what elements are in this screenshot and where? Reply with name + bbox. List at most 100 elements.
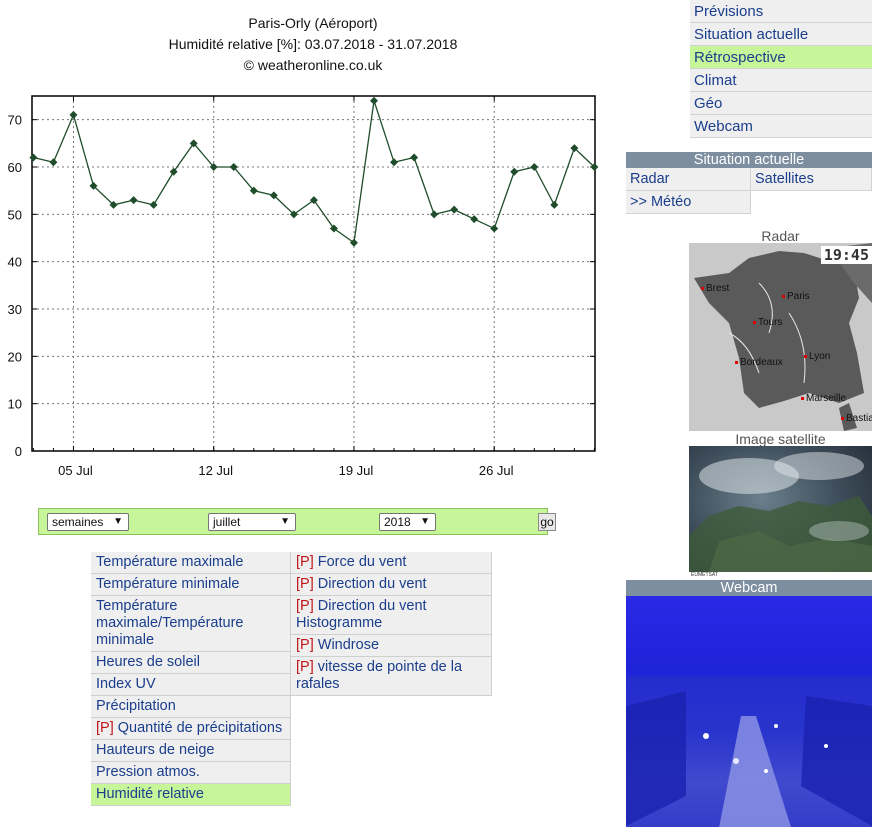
period-selector-bar: semaines ▼ juillet ▼ 2018 ▼ go xyxy=(38,508,556,535)
data-point xyxy=(550,200,559,209)
parameter-list-left: Température maximale Température minimale… xyxy=(91,552,291,806)
webcam-box: Webcam xyxy=(626,580,872,827)
data-point xyxy=(370,96,379,105)
param-index-uv[interactable]: Index UV xyxy=(91,674,291,696)
go-button[interactable]: go xyxy=(538,513,556,531)
unit-select-value: semaines xyxy=(52,515,104,529)
param-force-du-vent[interactable]: [P] Force du vent xyxy=(291,552,492,574)
param-label: Température maximale xyxy=(96,554,244,570)
premium-marker: [P] xyxy=(296,554,314,570)
y-tick-label: 40 xyxy=(8,255,22,270)
param-temperature-maximale-temperature-minimale[interactable]: Température maximale/Température minimal… xyxy=(91,596,291,652)
y-tick-label: 30 xyxy=(8,302,22,317)
satellite-europe-icon xyxy=(689,452,872,572)
city-label: Tours xyxy=(753,317,782,328)
data-point xyxy=(29,153,38,162)
parameter-list-right: [P] Force du vent [P] Direction du vent [P… xyxy=(291,552,492,696)
data-point xyxy=(169,167,178,176)
premium-marker: [P] xyxy=(296,598,314,614)
city-label: Paris xyxy=(782,291,810,302)
city-label: Bordeaux xyxy=(735,357,783,368)
param-vitesse-de-pointe-de-la-rafales[interactable]: [P] vitesse de pointe de la rafales xyxy=(291,657,492,696)
meteo-link[interactable]: >> Météo xyxy=(626,191,751,214)
param-humidite-relative[interactable]: Humidité relative xyxy=(91,784,291,806)
param-hauteurs-de-neige[interactable]: Hauteurs de neige xyxy=(91,740,291,762)
param-direction-du-vent[interactable]: [P] Direction du vent xyxy=(291,574,492,596)
plot-frame xyxy=(31,95,596,452)
city-label: Marseille xyxy=(801,393,846,404)
nav-previsions[interactable]: Prévisions xyxy=(690,0,872,23)
data-point xyxy=(430,210,439,219)
data-point xyxy=(329,224,338,233)
chevron-down-icon: ▼ xyxy=(280,516,290,527)
param-direction-du-vent-histogramme[interactable]: [P] Direction du vent Histogramme xyxy=(291,596,492,635)
y-tick-label: 50 xyxy=(8,207,22,222)
param-label: Humidité relative xyxy=(96,786,204,802)
radar-link[interactable]: Radar xyxy=(626,168,751,191)
y-tick-label: 70 xyxy=(8,113,22,128)
chevron-down-icon: ▼ xyxy=(420,516,430,527)
y-tick-label: 0 xyxy=(15,444,22,459)
x-tick-label: 26 Jul xyxy=(479,463,514,478)
param-label: Température maximale/Température minimal… xyxy=(96,598,244,648)
param-label: Précipitation xyxy=(96,698,176,714)
param-label: Pression atmos. xyxy=(96,764,200,780)
param-label: Heures de soleil xyxy=(96,654,200,670)
data-point xyxy=(49,158,58,167)
nav-webcam[interactable]: Webcam xyxy=(690,115,872,138)
param-label: Index UV xyxy=(96,676,156,692)
y-tick-label: 20 xyxy=(8,349,22,364)
premium-marker: [P] xyxy=(296,576,314,592)
nav-climat[interactable]: Climat xyxy=(690,69,872,92)
satellites-link[interactable]: Satellites xyxy=(751,168,872,191)
param-label: Direction du vent Histogramme xyxy=(296,598,427,631)
satellite-credit: EUMETSAT xyxy=(689,572,872,578)
radar-caption: Radar xyxy=(761,228,800,244)
param-quantite-de-precipitations[interactable]: [P] Quantité de précipitations xyxy=(91,718,291,740)
premium-marker: [P] xyxy=(296,659,314,675)
city-label: Brest xyxy=(701,283,729,294)
param-windrose[interactable]: [P] Windrose xyxy=(291,635,492,657)
year-select-value: 2018 xyxy=(384,515,411,529)
y-tick-label: 60 xyxy=(8,160,22,175)
param-label: Direction du vent xyxy=(313,576,427,592)
param-temperature-minimale[interactable]: Température minimale xyxy=(91,574,291,596)
x-tick-label: 05 Jul xyxy=(58,463,93,478)
param-temperature-maximale[interactable]: Température maximale xyxy=(91,552,291,574)
month-select-value: juillet xyxy=(213,515,241,529)
nav-situation-actuelle[interactable]: Situation actuelle xyxy=(690,23,872,46)
data-point xyxy=(450,205,459,214)
x-tick-label: 19 Jul xyxy=(339,463,374,478)
data-point xyxy=(490,224,499,233)
param-label: Quantité de précipitations xyxy=(113,720,283,736)
chevron-down-icon: ▼ xyxy=(113,516,123,527)
humidity-series-line xyxy=(33,100,595,244)
current-situation-box: Situation actuelle Radar Satellites >> M… xyxy=(626,152,872,214)
data-point xyxy=(309,196,318,205)
city-label: Lyon xyxy=(804,351,830,362)
data-point xyxy=(530,163,539,171)
param-pression-atmos[interactable]: Pression atmos. xyxy=(91,762,291,784)
current-situation-header: Situation actuelle xyxy=(626,152,872,168)
param-precipitation[interactable]: Précipitation xyxy=(91,696,291,718)
webcam-image[interactable] xyxy=(626,596,872,827)
unit-select[interactable]: semaines ▼ xyxy=(47,513,129,531)
webcam-street-icon xyxy=(626,676,872,827)
humidity-line-chart: 0 10 20 30 40 50 60 70 05 Jul 12 Jul 19 Jul 26 Jul xyxy=(8,95,599,478)
satellite-image[interactable]: EUMETSAT xyxy=(689,446,872,578)
param-heures-de-soleil[interactable]: Heures de soleil xyxy=(91,652,291,674)
year-select[interactable]: 2018 ▼ xyxy=(379,513,436,531)
nav-geo[interactable]: Géo xyxy=(690,92,872,115)
x-tick-label: 12 Jul xyxy=(198,463,233,478)
param-label: Force du vent xyxy=(313,554,407,570)
data-point xyxy=(410,153,419,162)
webcam-header: Webcam xyxy=(626,580,872,596)
data-point xyxy=(129,196,138,205)
radar-timestamp: 19:45 xyxy=(820,246,872,264)
radar-map-image[interactable]: 19:45 Brest Paris Tours Bordeaux Lyon Ma… xyxy=(689,243,872,431)
data-point xyxy=(510,167,519,176)
param-label: vitesse de pointe de la rafales xyxy=(296,659,463,692)
y-tick-label: 10 xyxy=(8,397,22,412)
nav-retrospective[interactable]: Rétrospective xyxy=(690,46,872,69)
month-select[interactable]: juillet ▼ xyxy=(208,513,296,531)
